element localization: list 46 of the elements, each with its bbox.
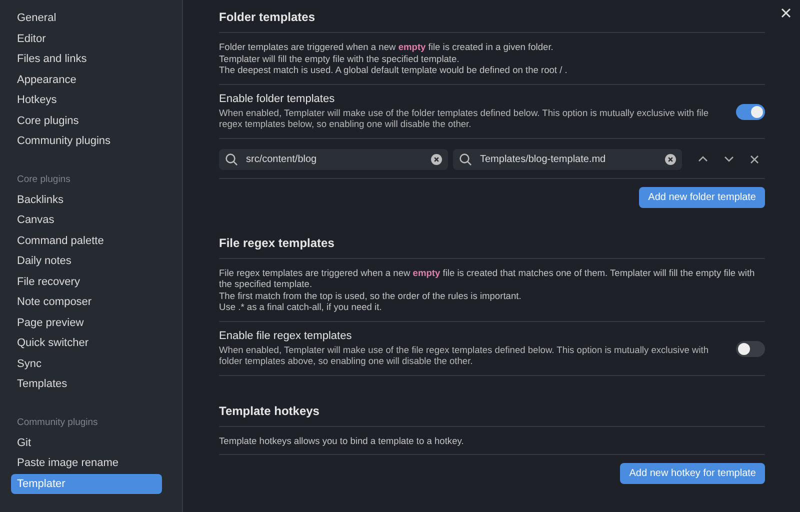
sidebar-item[interactable]: General xyxy=(11,8,162,28)
section-description: Template hotkeys allows you to bind a template to a hotkey. xyxy=(219,436,465,447)
sidebar-group-heading: Core plugins xyxy=(16,172,72,186)
sidebar-item[interactable]: Command palette xyxy=(11,230,162,251)
setting-description: When enabled, Templater will make use of the file regex templates defined below. This option is mutually exclusive with folder templates above, so enabling one will disable the other. xyxy=(219,344,710,368)
section-description: The deepest match is used. A global default template would be defined on the root / . xyxy=(219,65,568,76)
toggle-switch[interactable] xyxy=(736,340,765,356)
setting-name: Enable file regex templates xyxy=(219,330,353,342)
sidebar-item[interactable]: Appearance xyxy=(11,70,162,90)
sidebar-item[interactable]: Templates xyxy=(11,374,162,394)
sidebar-item[interactable]: Editor xyxy=(11,28,162,49)
section-description: File regex templates are triggered when a new empty file is created that matches one of them. Templater will fill the empty file with the specified template. xyxy=(219,268,756,290)
sidebar-item[interactable]: Page preview xyxy=(11,312,162,333)
sidebar-item[interactable]: Backlinks xyxy=(11,190,162,210)
section-description: Use .* as a final catch-all, if you need it. xyxy=(219,302,383,314)
sidebar-group-heading: Community plugins xyxy=(16,416,99,430)
sidebar-item[interactable]: Hotkeys xyxy=(11,90,162,110)
sidebar-item[interactable]: Note composer xyxy=(11,292,162,312)
chevron-down-icon[interactable] xyxy=(724,156,734,162)
section-heading: Template hotkeys xyxy=(219,404,765,426)
section-description: The first match from the top is used, so the order of the rules is important. xyxy=(219,290,522,302)
sidebar-item[interactable]: Core plugins xyxy=(11,110,162,131)
clear-icon[interactable] xyxy=(431,154,442,164)
search-icon xyxy=(225,152,238,166)
section-heading: File regex templates xyxy=(219,236,765,258)
sidebar-item[interactable]: Daily notes xyxy=(11,251,162,272)
sidebar-item[interactable]: Paste image rename xyxy=(11,453,162,474)
sidebar-item[interactable]: File recovery xyxy=(11,272,162,292)
section-description: Templater will fill the empty file with the specified template. xyxy=(219,54,460,65)
search-field[interactable]: Templates/blog-template.md xyxy=(453,148,682,170)
sidebar-item[interactable]: Git xyxy=(11,432,162,453)
search-icon xyxy=(459,152,472,166)
section-heading: Folder templates xyxy=(219,10,765,33)
sidebar-item[interactable]: Quick switcher xyxy=(11,333,162,354)
sidebar-item[interactable]: Files and links xyxy=(11,49,162,70)
sidebar-item[interactable]: Canvas xyxy=(11,210,162,230)
setting-description: When enabled, Templater will make use of the folder templates defined below. This option is mutually exclusive with file regex templates below, so enabling one will disable the other. xyxy=(219,108,710,130)
sidebar-item[interactable]: Community plugins xyxy=(11,131,162,152)
chevron-up-icon[interactable] xyxy=(698,156,708,162)
toggle-switch[interactable] xyxy=(736,104,765,120)
section-description: Folder templates are triggered when a new empty file is created in a given folder. xyxy=(219,42,554,54)
clear-icon[interactable] xyxy=(665,154,676,164)
search-field[interactable]: src/content/blog xyxy=(219,148,448,170)
close-icon[interactable] xyxy=(750,154,759,164)
sidebar-item[interactable]: Sync xyxy=(11,354,162,374)
setting-name: Enable folder templates xyxy=(219,92,336,104)
